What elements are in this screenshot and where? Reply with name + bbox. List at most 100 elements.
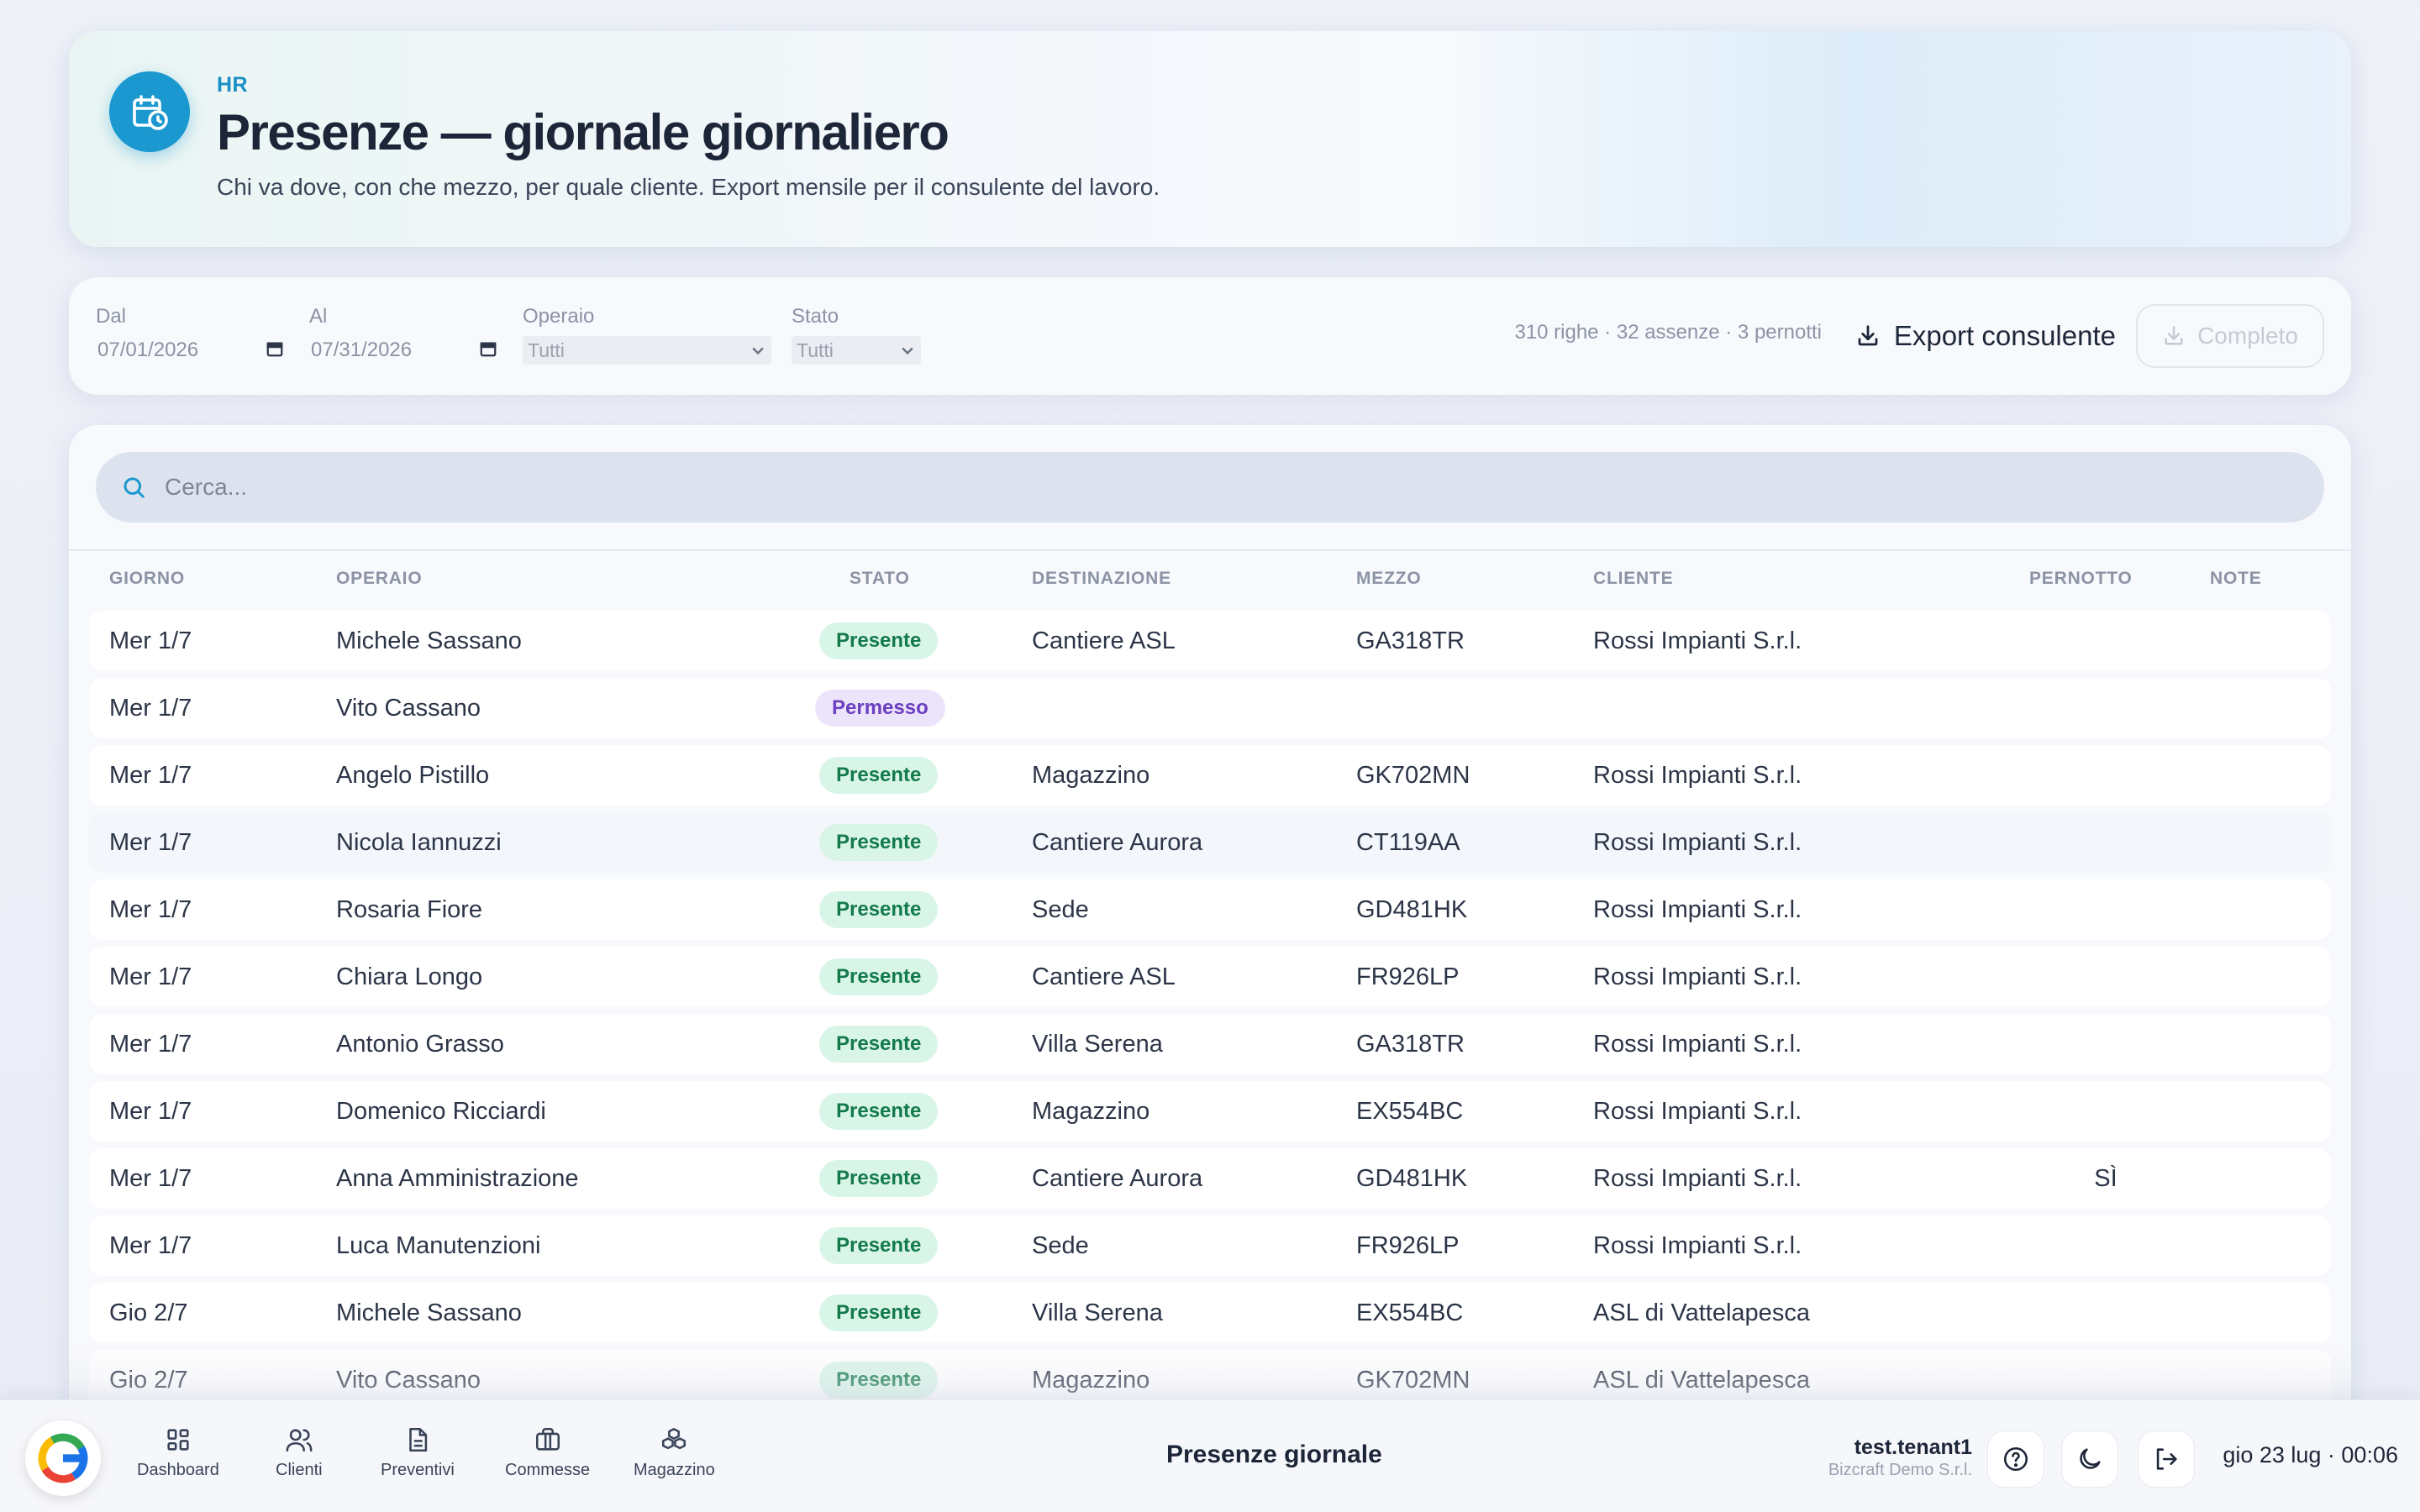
help-circle-icon (2003, 1446, 2028, 1472)
cell-operaio: Michele Sassano (336, 627, 522, 654)
cell-cliente: Rossi Impianti S.r.l. (1593, 627, 1802, 654)
summary-stats: 310 righe · 32 assenze · 3 pernotti (1514, 321, 1822, 344)
cell-cliente: Rossi Impianti S.r.l. (1593, 1165, 1802, 1192)
nav-label: Commesse (505, 1461, 591, 1479)
app-logo[interactable] (25, 1420, 101, 1496)
nav-preventivi[interactable]: Preventivi (381, 1425, 455, 1480)
cell-mezzo: GA318TR (1356, 627, 1465, 654)
cell-giorno: Mer 1/7 (109, 829, 192, 856)
search-icon (124, 477, 145, 498)
stato-label: Stato (792, 305, 839, 328)
cell-operaio: Nicola Iannuzzi (336, 829, 502, 856)
cell-cliente: Rossi Impianti S.r.l. (1593, 896, 1802, 923)
dal-label: Dal (96, 305, 127, 328)
chevron-down-icon (902, 347, 913, 355)
column-header-mezzo[interactable]: MEZZO (1356, 569, 1422, 589)
column-header-stato[interactable]: STATO (850, 569, 910, 589)
table-row[interactable]: Mer 1/7 Chiara Longo Cantiere ASL FR926LP Ro… (89, 947, 2331, 1007)
table-row[interactable]: Mer 1/7 Rosaria Fiore Sede GD481HK Rossi Imp… (89, 879, 2331, 940)
status-badge: Permesso (815, 690, 945, 727)
cell-destinazione: Sede (1032, 1232, 1089, 1259)
date-time: gio 23 lug · 00:06 (2223, 1442, 2398, 1467)
cell-mezzo: GA318TR (1356, 1031, 1465, 1058)
cell-operaio: Chiara Longo (336, 963, 483, 990)
cell-destinazione: Sede (1032, 896, 1089, 923)
table-row[interactable]: Mer 1/7 Nicola Iannuzzi Cantiere Aurora CT1… (89, 812, 2331, 873)
cell-giorno: Mer 1/7 (109, 695, 192, 722)
cell-operaio: Rosaria Fiore (336, 896, 483, 923)
table-row[interactable]: Mer 1/7 Michele Sassano Cantiere ASL GA318T… (89, 611, 2331, 671)
status-badge: Presente (819, 824, 939, 861)
help-button[interactable] (1987, 1431, 2044, 1488)
status-badge: Presente (819, 1026, 939, 1063)
cell-mezzo: GK702MN (1356, 1367, 1470, 1394)
table-row[interactable]: Mer 1/7 Antonio Grasso Villa Serena GA318TR… (89, 1014, 2331, 1074)
download-icon (2165, 326, 2183, 345)
cell-destinazione: Villa Serena (1032, 1031, 1163, 1058)
cell-destinazione: Magazzino (1032, 1098, 1150, 1125)
page-header: HR Presenze — giornale giornaliero Chi v… (69, 31, 2351, 247)
cell-giorno: Mer 1/7 (109, 1031, 192, 1058)
column-header-pernotto[interactable]: PERNOTTO (2029, 569, 2133, 589)
nav-commesse[interactable]: Commesse (505, 1425, 590, 1480)
al-date-input[interactable]: 07/31/2026 (311, 339, 412, 362)
column-header-giorno[interactable]: GIORNO (109, 569, 185, 589)
table-row[interactable]: Mer 1/7 Luca Manutenzioni Sede FR926LP Rossi… (89, 1215, 2331, 1276)
table-row[interactable]: Mer 1/7 Vito Cassano Permesso (89, 678, 2331, 738)
cell-giorno: Mer 1/7 (109, 1098, 192, 1125)
status-badge: Presente (819, 1362, 939, 1399)
cell-cliente: Rossi Impianti S.r.l. (1593, 963, 1802, 990)
cell-giorno: Mer 1/7 (109, 1232, 192, 1259)
status-badge: Presente (819, 1294, 939, 1331)
current-page-title: Presenze giornale (1166, 1441, 1382, 1468)
section-kicker: HR (217, 73, 249, 97)
cell-destinazione: Cantiere ASL (1032, 963, 1176, 990)
search-placeholder: Cerca... (165, 474, 248, 500)
theme-toggle-button[interactable] (2061, 1431, 2118, 1488)
cell-destinazione: Villa Serena (1032, 1299, 1163, 1326)
calendar-icon[interactable] (266, 339, 284, 358)
table-row[interactable]: Mer 1/7 Angelo Pistillo Magazzino GK702MN Ro… (89, 745, 2331, 806)
user-organization: Bizcraft Demo S.r.l. (1828, 1461, 1972, 1479)
cell-operaio: Luca Manutenzioni (336, 1232, 541, 1259)
completo-button[interactable]: Completo (2136, 304, 2324, 368)
status-badge: Presente (819, 891, 939, 928)
dal-date-input[interactable]: 07/01/2026 (97, 339, 198, 362)
stato-select[interactable]: Tutti (792, 336, 921, 365)
boxes-icon (662, 1427, 687, 1450)
nav-label: Magazzino (634, 1461, 715, 1479)
cell-mezzo: CT119AA (1356, 829, 1460, 856)
operaio-select-value: Tutti (528, 339, 565, 361)
nav-magazzino[interactable]: Magazzino (634, 1425, 715, 1480)
cell-destinazione: Cantiere ASL (1032, 627, 1176, 654)
column-header-destinazione[interactable]: DESTINAZIONE (1032, 569, 1171, 589)
table-row[interactable]: Mer 1/7 Domenico Ricciardi Magazzino EX554B… (89, 1081, 2331, 1142)
column-header-note[interactable]: NOTE (2210, 569, 2262, 589)
column-header-cliente[interactable]: CLIENTE (1593, 569, 1673, 589)
cell-destinazione: Magazzino (1032, 1367, 1150, 1394)
cell-destinazione: Cantiere Aurora (1032, 829, 1203, 856)
nav-dashboard[interactable]: Dashboard (137, 1425, 219, 1480)
status-badge: Presente (819, 1093, 939, 1130)
status-badge: Presente (819, 622, 939, 659)
cell-destinazione: Magazzino (1032, 762, 1150, 789)
cell-mezzo: FR926LP (1356, 1232, 1460, 1259)
column-header-operaio[interactable]: OPERAIO (336, 569, 422, 589)
cell-giorno: Gio 2/7 (109, 1299, 188, 1326)
nav-clienti[interactable]: Clienti (276, 1425, 323, 1480)
cell-giorno: Gio 2/7 (109, 1367, 188, 1394)
logout-button[interactable] (2138, 1431, 2195, 1488)
operaio-select[interactable]: Tutti (523, 336, 771, 365)
page-subtitle: Chi va dove, con che mezzo, per quale cl… (217, 174, 1160, 200)
calendar-icon[interactable] (479, 339, 497, 358)
users-icon (286, 1429, 313, 1452)
table-row[interactable]: Mer 1/7 Anna Amministrazione Cantiere Auro… (89, 1148, 2331, 1209)
cell-operaio: Vito Cassano (336, 1367, 481, 1394)
export-consulente-button[interactable]: Export consulente (1855, 318, 2116, 354)
stato-select-value: Tutti (797, 339, 834, 361)
status-badge: Presente (819, 1160, 939, 1197)
table-row[interactable]: Gio 2/7 Michele Sassano Villa Serena EX554B… (89, 1283, 2331, 1343)
search-input[interactable]: Cerca... (96, 452, 2324, 522)
cell-cliente: Rossi Impianti S.r.l. (1593, 1098, 1802, 1125)
user-name: test.tenant1 (1854, 1436, 1972, 1459)
